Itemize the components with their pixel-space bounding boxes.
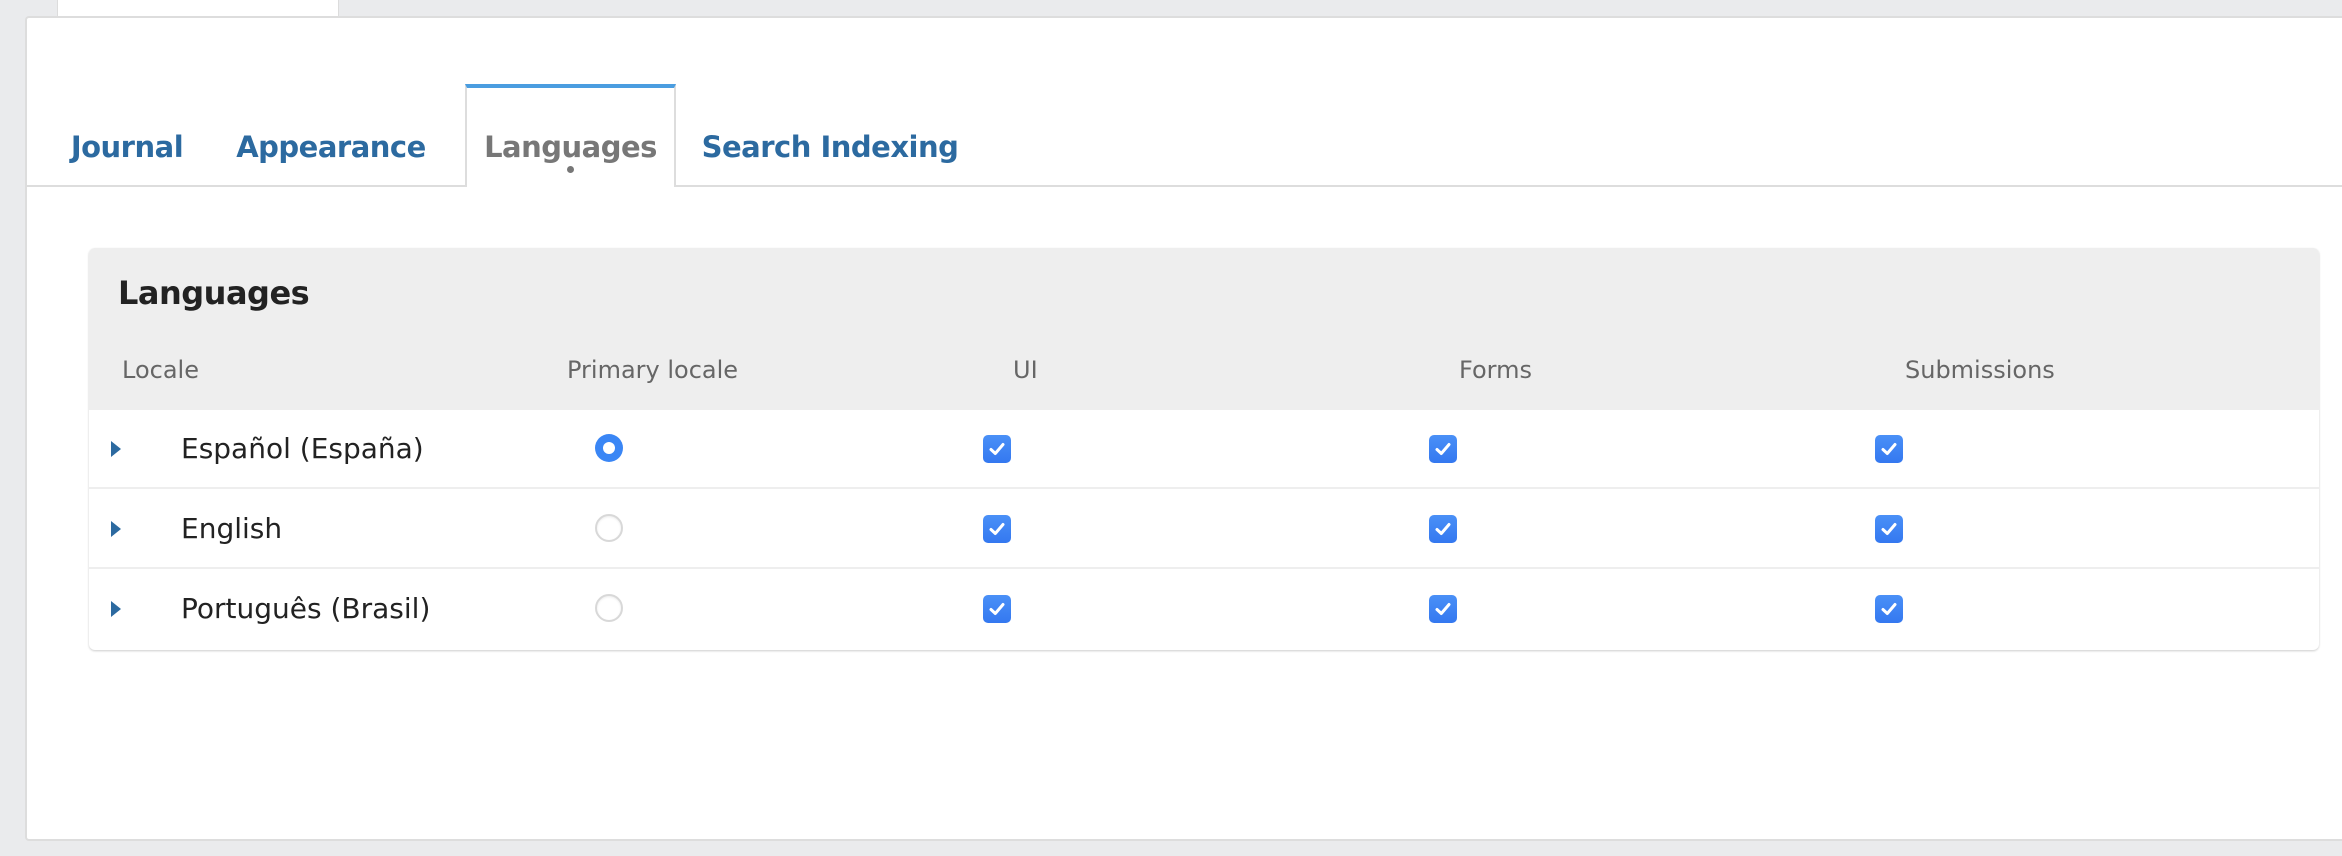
checkmark-icon xyxy=(989,603,1005,615)
submissions-checkbox[interactable] xyxy=(1875,515,1903,543)
locale-name: English xyxy=(181,512,283,545)
tab-appearance[interactable]: Appearance xyxy=(225,84,437,185)
ui-checkbox[interactable] xyxy=(983,515,1011,543)
tab-search-indexing-label: Search Indexing xyxy=(701,130,959,164)
checkmark-icon xyxy=(1881,603,1897,615)
ui-checkbox[interactable] xyxy=(983,595,1011,623)
settings-panel: Journal Appearance Languages Search Inde… xyxy=(25,16,2342,841)
expand-triangle-icon[interactable] xyxy=(111,521,121,537)
ui-checkbox[interactable] xyxy=(983,435,1011,463)
column-header-submissions: Submissions xyxy=(1905,356,2055,384)
primary-locale-radio[interactable] xyxy=(595,594,623,622)
forms-checkbox[interactable] xyxy=(1429,515,1457,543)
locale-name: Español (España) xyxy=(181,432,424,465)
languages-title: Languages xyxy=(118,274,310,312)
tab-journal[interactable]: Journal xyxy=(60,84,194,185)
locale-name: Português (Brasil) xyxy=(181,592,431,625)
checkmark-icon xyxy=(1435,443,1451,455)
column-header-forms: Forms xyxy=(1459,356,1532,384)
primary-locale-radio[interactable] xyxy=(595,434,623,462)
checkmark-icon xyxy=(989,523,1005,535)
submissions-checkbox[interactable] xyxy=(1875,595,1903,623)
table-row: Português (Brasil) xyxy=(89,570,2319,649)
languages-table-body: Español (España) English Português (Brasil… xyxy=(89,410,2319,650)
languages-table-header: Languages Locale Primary locale UI Forms… xyxy=(89,248,2319,410)
checkmark-icon xyxy=(1881,523,1897,535)
tab-journal-label: Journal xyxy=(70,130,184,164)
submissions-checkbox[interactable] xyxy=(1875,435,1903,463)
forms-checkbox[interactable] xyxy=(1429,435,1457,463)
column-header-primary-locale: Primary locale xyxy=(567,356,739,384)
tab-languages-label: Languages xyxy=(484,130,657,164)
upper-tab-fragment[interactable] xyxy=(57,0,339,17)
tab-bar: Journal Appearance Languages Search Inde… xyxy=(27,18,2342,187)
expand-triangle-icon[interactable] xyxy=(111,441,121,457)
checkmark-icon xyxy=(1881,443,1897,455)
checkmark-icon xyxy=(1435,523,1451,535)
checkmark-icon xyxy=(989,443,1005,455)
tab-languages[interactable]: Languages xyxy=(465,84,676,187)
primary-locale-radio[interactable] xyxy=(595,514,623,542)
column-header-locale: Locale xyxy=(122,356,199,384)
table-row: Español (España) xyxy=(89,410,2319,489)
expand-triangle-icon[interactable] xyxy=(111,601,121,617)
tab-search-indexing[interactable]: Search Indexing xyxy=(699,84,961,185)
active-tab-dot-icon xyxy=(567,166,574,173)
table-row: English xyxy=(89,490,2319,569)
column-header-ui: UI xyxy=(1013,356,1038,384)
forms-checkbox[interactable] xyxy=(1429,595,1457,623)
languages-card: Languages Locale Primary locale UI Forms… xyxy=(89,248,2319,650)
tab-appearance-label: Appearance xyxy=(236,130,426,164)
checkmark-icon xyxy=(1435,603,1451,615)
